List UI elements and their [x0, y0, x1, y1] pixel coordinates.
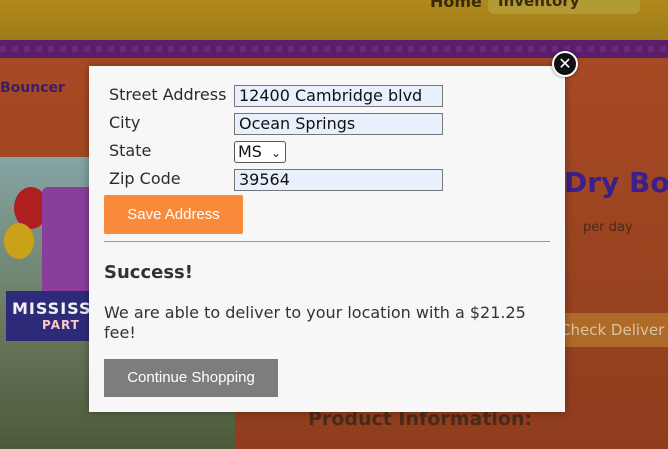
price-unit: per day — [583, 220, 633, 235]
success-message: We are able to deliver to your location … — [104, 303, 526, 342]
zip-code-input[interactable]: 39564 — [234, 169, 443, 191]
street-label: Street Address — [109, 85, 227, 104]
save-address-button[interactable]: Save Address — [104, 195, 243, 234]
check-delivery-label: Check Deliver — [560, 321, 665, 339]
chevron-down-icon: ⌄ — [270, 146, 281, 160]
success-title: Success! — [104, 262, 193, 283]
state-selected-value: MS — [238, 142, 262, 161]
product-title: Dry Bo — [564, 166, 668, 199]
street-address-input[interactable]: 12400 Cambridge blvd — [234, 85, 443, 107]
state-label: State — [109, 141, 152, 160]
city-label: City — [109, 113, 141, 132]
zip-label: Zip Code — [109, 169, 181, 188]
balloon-graphic — [4, 223, 34, 259]
delivery-address-modal: Street Address 12400 Cambridge blvd City… — [89, 66, 565, 412]
nav-inventory-dropdown[interactable]: Inventory — [488, 0, 640, 14]
divider — [104, 241, 550, 242]
check-delivery-button[interactable]: Check Deliver — [552, 313, 668, 347]
top-nav-bar: Home Inventory — [0, 0, 668, 40]
breadcrumb[interactable]: Bouncer — [0, 80, 65, 96]
state-select[interactable]: MS ⌄ — [234, 141, 286, 163]
continue-shopping-button[interactable]: Continue Shopping — [104, 359, 278, 397]
city-input[interactable]: Ocean Springs — [234, 113, 443, 135]
nav-home-link[interactable]: Home — [430, 0, 482, 11]
close-icon[interactable]: ✕ — [552, 51, 578, 77]
